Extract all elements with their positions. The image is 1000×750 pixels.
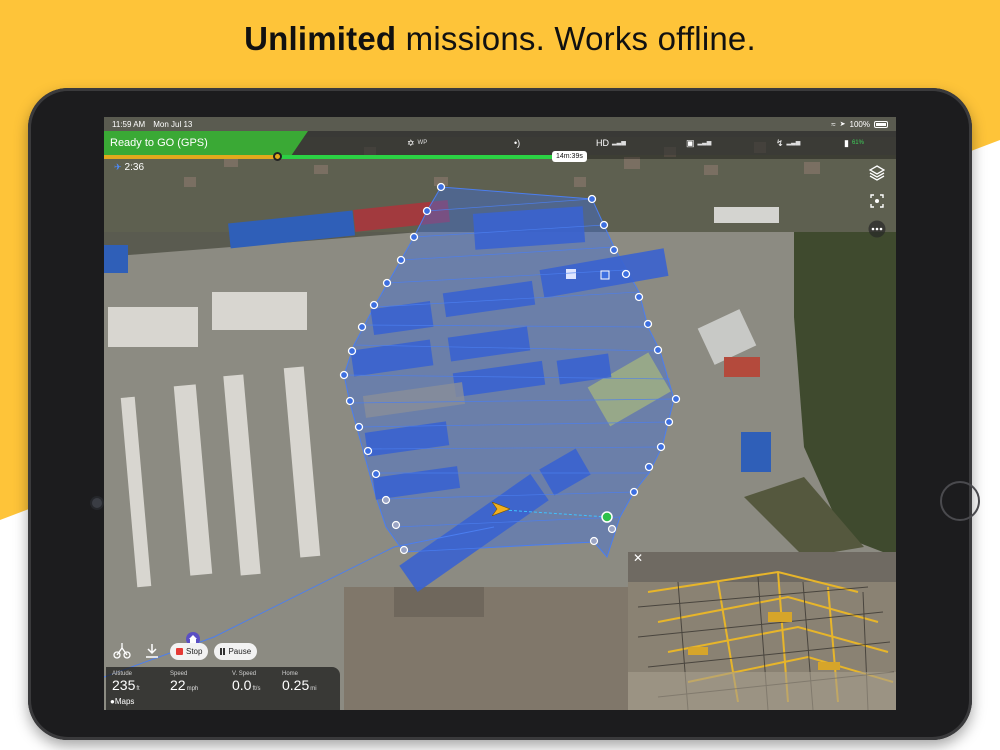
location-icon: ➤ [839, 121, 846, 128]
remote-bars-icon: ▂▃▅ [697, 140, 712, 146]
drone-return-icon[interactable] [110, 639, 134, 663]
vspeed-unit: ft/s [252, 686, 261, 692]
vspeed-value: 0.0 [232, 677, 252, 693]
antenna-icon: •) [514, 138, 521, 148]
time-remaining: 14m:39s [552, 151, 587, 162]
front-camera [92, 498, 102, 508]
satellite-icon: ↯ [776, 138, 784, 148]
stop-icon [176, 647, 183, 655]
home-distance-readout: Home 0.25mi [282, 671, 317, 695]
drone-battery-icon: ▮ [844, 138, 849, 148]
video-signal[interactable]: HD ▂▃▅ [596, 131, 626, 155]
drone-status-bar: Ready to GO (GPS) ✡ WP •) HD ▂▃▅ ▣ ▂▃▅ ↯… [104, 131, 896, 155]
progress-done [104, 155, 279, 159]
telemetry-panel: Altitude 235ft Speed 22mph V. Speed 0.0f… [106, 667, 340, 710]
pause-button[interactable]: Pause [214, 642, 258, 660]
waypoint-indicator[interactable]: ✡ WP [407, 131, 427, 155]
mission-actions: Stop Pause [110, 639, 258, 663]
home-button [940, 481, 980, 521]
drone-battery-pct: 61% [851, 140, 864, 146]
altitude-readout: Altitude 235ft [112, 671, 140, 695]
gps-signal[interactable]: ↯ ▂▃▅ [776, 131, 800, 155]
pause-label: Pause [228, 646, 252, 656]
progress-remaining [279, 155, 557, 159]
construction-site-image [628, 552, 896, 710]
speed-value: 22 [170, 677, 186, 693]
status-battery-pct: 100% [849, 119, 870, 129]
drone-battery[interactable]: ▮ 61% [844, 131, 864, 155]
altitude-unit: ft [136, 686, 140, 692]
status-date: Mon Jul 13 [153, 119, 193, 129]
mission-progress-bar [104, 152, 896, 161]
maps-credit: ●Maps [110, 697, 134, 706]
headline-bold: Unlimited [244, 20, 397, 57]
drone-arrow-icon [492, 502, 510, 516]
layers-icon[interactable] [863, 159, 891, 187]
vspeed-readout: V. Speed 0.0ft/s [232, 671, 260, 695]
gps-bars-icon: ▂▃▅ [786, 140, 801, 146]
speed-readout: Speed 22mph [170, 671, 198, 695]
drone-icon: ✡ [407, 138, 415, 148]
altitude-value: 235 [112, 677, 136, 693]
progress-marker [273, 152, 282, 161]
headline-rest: missions. Works offline. [405, 20, 756, 57]
ios-status-bar: 11:59 AM Mon Jul 13 ≈ ➤ 100% [104, 117, 896, 131]
flight-time-value: 2:36 [124, 162, 145, 173]
speed-unit: mph [186, 686, 199, 692]
video-label: HD [596, 138, 609, 148]
camera-feed[interactable] [628, 552, 896, 710]
remote-icon: ▣ [686, 138, 695, 148]
remote-signal[interactable]: ▣ ▂▃▅ [686, 131, 711, 155]
stop-button[interactable]: Stop [170, 642, 209, 660]
home-distance-unit: mi [310, 686, 317, 692]
focus-icon[interactable] [863, 187, 891, 215]
stop-label: Stop [186, 646, 203, 656]
home-distance-value: 0.25 [282, 677, 310, 693]
maps-credit-label: Maps [114, 697, 135, 706]
app-screen: 11:59 AM Mon Jul 13 ≈ ➤ 100% Ready to GO… [104, 117, 896, 710]
status-time: 11:59 AM [112, 119, 146, 129]
map-tools [860, 159, 894, 243]
battery-icon [874, 120, 888, 128]
more-icon[interactable] [863, 215, 891, 243]
waypoint-label: WP [417, 140, 428, 146]
close-icon[interactable]: ✕ [631, 551, 645, 565]
signal-bars-icon: ▂▃▅ [612, 140, 626, 146]
flight-time: ✈ 2:36 [114, 162, 144, 173]
download-icon[interactable] [140, 639, 164, 663]
drone-small-icon: ✈ [114, 162, 122, 172]
headline: Unlimited missions. Works offline. [0, 20, 1000, 58]
wifi-icon: ≈ [831, 119, 836, 129]
pause-icon [220, 647, 226, 655]
